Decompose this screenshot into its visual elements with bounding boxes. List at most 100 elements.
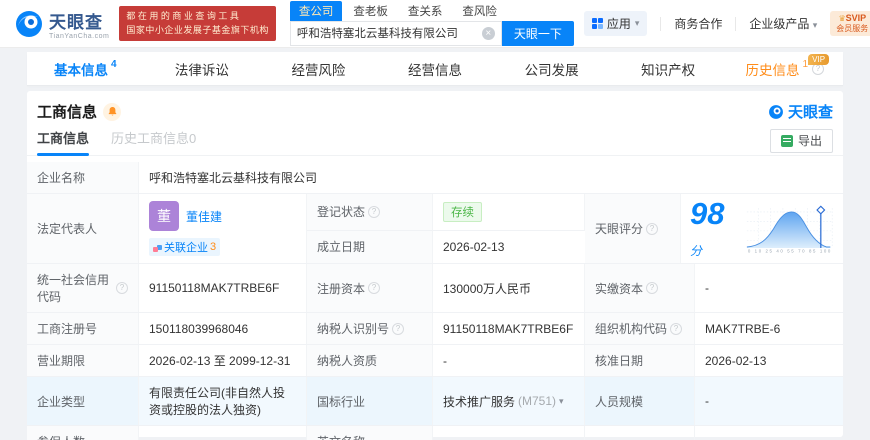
business-cooperation-link[interactable]: 商务合作	[674, 15, 722, 32]
legal-rep-label: 法定代表人	[27, 194, 139, 263]
chevron-down-icon[interactable]: ▾	[559, 396, 564, 407]
info-icon[interactable]: ?	[368, 282, 381, 294]
legal-rep-name-link[interactable]: 董佳建	[186, 208, 222, 225]
subtab-history-info[interactable]: 历史工商信息0	[111, 126, 196, 156]
tab-history-info[interactable]: 历史信息 1 ? VIP	[726, 52, 843, 85]
search-button[interactable]: 天眼一下	[501, 20, 574, 46]
establish-date-value: 2026-02-13	[443, 239, 505, 254]
taxpayer-quality-value: -	[433, 345, 585, 376]
chevron-down-icon: ▾	[634, 18, 640, 28]
reg-number-label: 工商注册号	[27, 313, 139, 344]
company-name-label: 企业名称	[27, 162, 139, 193]
promo-badge: 都在用的商业查询工具 国家中小企业发展子基金旗下机构	[119, 6, 276, 41]
company-name-value: 呼和浩特塞北云基科技有限公司	[149, 171, 318, 185]
promo-line1: 都在用的商业查询工具	[126, 11, 242, 22]
business-term-value: 2026-02-13 至 2099-12-31	[139, 345, 307, 376]
paid-capital-label: 实缴资本?	[585, 264, 695, 312]
info-icon[interactable]: ?	[368, 205, 381, 218]
score-axis-labels: 0 10 25 40 55 70 85 100	[748, 248, 831, 253]
vip-tag: VIP	[808, 54, 830, 65]
info-icon[interactable]: ?	[646, 282, 659, 294]
apps-grid-icon	[591, 18, 603, 29]
tianyancha-eye-icon	[769, 104, 783, 119]
company-type-label: 企业类型	[27, 377, 139, 425]
score-distribution-chart: 0 10 25 40 55 70 85 100	[746, 204, 833, 253]
tab-intellectual-property[interactable]: 知识产权	[610, 52, 727, 85]
crown-icon: ♛	[838, 13, 846, 23]
approval-date-value: 2026-02-13	[705, 353, 767, 368]
header-right-nav: 应用 ▾ 商务合作 企业级产品 ▾ ♛SVIP 会员服务 此处有... ▾	[583, 10, 870, 37]
tab-legal-proceedings[interactable]: 法律诉讼	[144, 52, 261, 85]
enterprise-products-menu[interactable]: 企业级产品 ▾	[749, 15, 817, 32]
top-header: 天眼查 TianYanCha.com 都在用的商业查询工具 国家中小企业发展子基…	[0, 0, 870, 48]
export-button[interactable]: 导出	[769, 128, 833, 153]
info-icon[interactable]: ?	[392, 322, 405, 335]
business-info-table: 企业名称 呼和浩特塞北云基科技有限公司 法定代表人 董 董佳建 关联企业 3 登…	[27, 162, 843, 440]
business-term-label: 营业期限	[27, 345, 139, 376]
tianyancha-eye-icon	[16, 10, 42, 37]
table-row: 统一社会信用代码? 91150118MAK7TRBE6F 注册资本? 13000…	[27, 264, 843, 313]
business-info-subtabs: 工商信息 历史工商信息0 导出	[27, 126, 843, 156]
table-row: 工商注册号 150118039968046 纳税人识别号? 91150118MA…	[27, 313, 843, 345]
header-search: 查公司 查老板 查关系 查风险 × 天眼一下	[289, 0, 574, 46]
divider	[735, 16, 737, 31]
info-icon[interactable]: ?	[116, 282, 128, 294]
related-companies-badge[interactable]: 关联企业 3	[149, 238, 221, 256]
insured-count-value: -	[139, 426, 307, 440]
reg-status-label: 登记状态 ?	[307, 194, 433, 231]
search-tab-relation[interactable]: 查关系	[399, 1, 452, 21]
credit-code-label: 统一社会信用代码?	[27, 264, 139, 312]
taxpayer-quality-label: 纳税人资质	[307, 345, 433, 376]
business-info-card: 工商信息 天眼查 工商信息 历史工商信息0 导出 企业名称 呼和浩特塞北云基科技…	[27, 91, 843, 440]
avatar[interactable]: 董	[149, 201, 179, 231]
empty-cell	[695, 426, 843, 440]
divider	[660, 16, 662, 31]
search-tab-company[interactable]: 查公司	[289, 0, 343, 21]
org-code-label: 组织机构代码?	[585, 313, 695, 344]
paid-capital-value: -	[705, 281, 709, 295]
logo-title: 天眼查	[49, 12, 103, 32]
search-input[interactable]	[296, 27, 482, 39]
establish-date-label: 成立日期	[307, 230, 433, 263]
tab-operation-info[interactable]: 经营信息	[377, 52, 494, 85]
subscribe-bell-icon[interactable]	[103, 102, 122, 121]
search-tab-risk[interactable]: 查风险	[453, 1, 506, 21]
registered-capital-value: 130000万人民币	[433, 264, 585, 312]
info-icon[interactable]: ?	[646, 222, 659, 235]
status-badge: 存续	[443, 201, 482, 222]
chevron-down-icon: ▾	[812, 20, 818, 30]
logo-subtitle: TianYanCha.com	[49, 32, 110, 40]
english-name-label: 英文名称	[307, 426, 433, 440]
industry-label: 国标行业	[307, 377, 433, 425]
graph-icon	[153, 244, 162, 252]
apps-label: 应用	[606, 17, 631, 31]
table-row: 企业类型 有限责任公司(非自然人投资或控股的法人独资) 国标行业 技术推广服务 …	[27, 377, 843, 426]
registered-capital-label: 注册资本?	[307, 264, 433, 312]
approval-date-label: 核准日期	[585, 345, 695, 376]
tianyan-score: 98分	[690, 195, 725, 258]
taxpayer-id-value: 91150118MAK7TRBE6F	[433, 313, 585, 344]
clear-search-icon[interactable]: ×	[481, 26, 495, 40]
subtab-current-info[interactable]: 工商信息	[37, 126, 90, 156]
search-type-tabs: 查公司 查老板 查关系 查风险	[289, 0, 574, 21]
table-row: 参保人数 - 英文名称 -	[27, 426, 843, 440]
info-icon[interactable]: ?	[670, 322, 683, 335]
credit-code-value: 91150118MAK7TRBE6F	[139, 264, 307, 312]
svip-member-badge[interactable]: ♛SVIP 会员服务	[830, 10, 870, 37]
search-tab-boss[interactable]: 查老板	[344, 1, 397, 21]
apps-menu[interactable]: 应用 ▾	[583, 11, 648, 36]
score-label: 天眼评分 ?	[585, 194, 681, 263]
org-code-value: MAK7TRBE-6	[705, 321, 781, 336]
taxpayer-id-label: 纳税人识别号?	[307, 313, 433, 344]
tab-company-development[interactable]: 公司发展	[493, 52, 610, 85]
section-title: 工商信息	[37, 104, 98, 121]
tab-operation-risk[interactable]: 经营风险	[260, 52, 377, 85]
table-row: 企业名称 呼和浩特塞北云基科技有限公司	[27, 162, 843, 194]
tab-basic-info[interactable]: 基本信息 4	[27, 52, 144, 85]
tianyancha-logo[interactable]: 天眼查 TianYanCha.com	[14, 8, 109, 40]
search-box[interactable]: ×	[289, 20, 502, 46]
staff-size-value: -	[695, 377, 843, 425]
excel-icon	[780, 134, 793, 147]
insured-count-label: 参保人数	[27, 426, 139, 440]
industry-value: 技术推广服务 (M751) ▾	[433, 377, 585, 425]
